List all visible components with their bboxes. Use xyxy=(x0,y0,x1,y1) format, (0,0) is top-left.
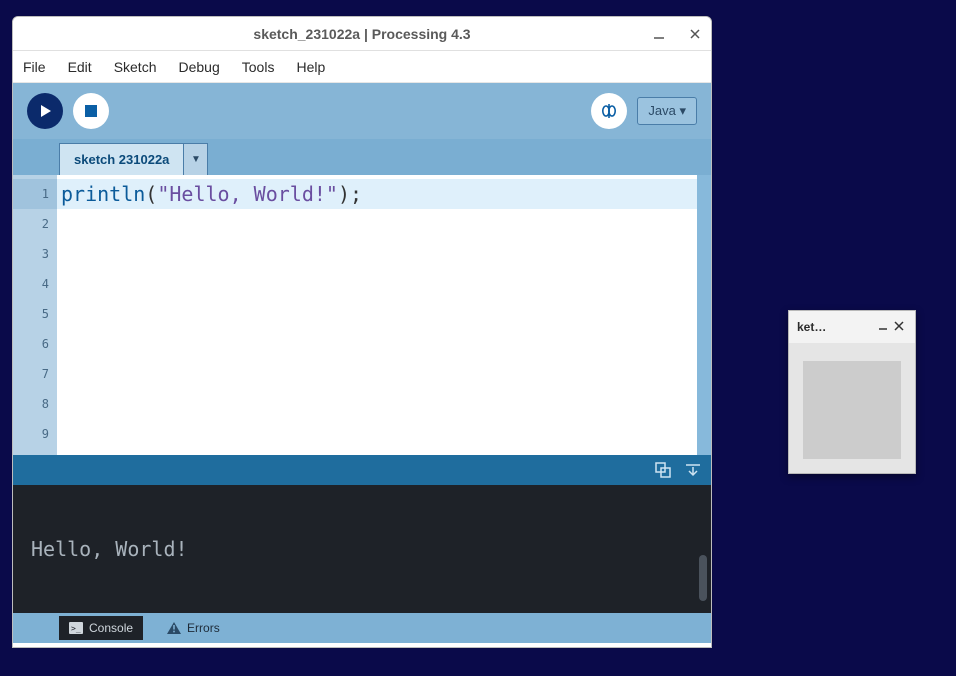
tab-console-label: Console xyxy=(89,621,133,635)
sketch-titlebar[interactable]: ket… xyxy=(789,311,915,343)
sketch-minimize-button[interactable] xyxy=(875,320,891,334)
toolbar: Java ▾ xyxy=(13,83,711,139)
console-icon: >_ xyxy=(69,622,83,634)
collapse-icon[interactable] xyxy=(685,462,701,478)
menu-tools[interactable]: Tools xyxy=(242,59,275,75)
line-number: 5 xyxy=(13,299,57,329)
stop-icon xyxy=(85,105,97,117)
line-number: 3 xyxy=(13,239,57,269)
run-button[interactable] xyxy=(27,93,63,129)
tab-sketch-label: sketch 231022a xyxy=(74,152,169,167)
svg-text:>_: >_ xyxy=(71,624,81,633)
tab-sketch[interactable]: sketch 231022a xyxy=(59,143,184,175)
line-number: 1 xyxy=(13,179,57,209)
titlebar[interactable]: sketch_231022a | Processing 4.3 xyxy=(13,17,711,51)
window-title: sketch_231022a | Processing 4.3 xyxy=(253,26,470,42)
menu-help[interactable]: Help xyxy=(296,59,325,75)
tab-errors-label: Errors xyxy=(187,621,220,635)
minimize-button[interactable] xyxy=(649,24,669,44)
console-output[interactable]: Hello, World! xyxy=(13,485,711,613)
tab-console[interactable]: >_ Console xyxy=(59,616,143,640)
line-number: 2 xyxy=(13,209,57,239)
tab-dropdown[interactable]: ▼ xyxy=(184,143,208,175)
sketch-output-window[interactable]: ket… xyxy=(788,310,916,474)
menu-sketch[interactable]: Sketch xyxy=(114,59,157,75)
tabbar: sketch 231022a ▼ xyxy=(13,139,711,175)
line-number: 9 xyxy=(13,419,57,449)
bottom-tabs: >_ Console Errors xyxy=(13,613,711,643)
mode-label: Java ▾ xyxy=(648,103,686,119)
warning-icon xyxy=(167,622,181,634)
gutter: 1 2 3 4 5 6 7 8 9 xyxy=(13,175,57,455)
status-divider[interactable] xyxy=(13,455,711,485)
mode-selector[interactable]: Java ▾ xyxy=(637,97,697,125)
processing-window: sketch_231022a | Processing 4.3 File Edi… xyxy=(12,16,712,648)
bug-icon xyxy=(600,102,618,120)
line-number: 8 xyxy=(13,389,57,419)
menu-debug[interactable]: Debug xyxy=(179,59,220,75)
menu-edit[interactable]: Edit xyxy=(68,59,92,75)
code-line: println("Hello, World!"); xyxy=(57,179,697,209)
sketch-close-button[interactable] xyxy=(891,320,907,334)
line-number: 4 xyxy=(13,269,57,299)
code-area[interactable]: println("Hello, World!"); xyxy=(57,175,697,455)
menu-file[interactable]: File xyxy=(23,59,46,75)
tab-errors[interactable]: Errors xyxy=(157,616,230,640)
play-icon xyxy=(38,104,52,118)
console-scrollbar[interactable] xyxy=(699,555,707,601)
stop-button[interactable] xyxy=(73,93,109,129)
sketch-window-title: ket… xyxy=(797,320,875,334)
console-line: Hello, World! xyxy=(31,537,188,561)
editor: 1 2 3 4 5 6 7 8 9 println("Hello, World!… xyxy=(13,175,711,455)
menubar: File Edit Sketch Debug Tools Help xyxy=(13,51,711,83)
line-number: 6 xyxy=(13,329,57,359)
chevron-down-icon: ▼ xyxy=(191,154,201,165)
expand-icon[interactable] xyxy=(655,462,671,478)
debugger-button[interactable] xyxy=(591,93,627,129)
line-number: 7 xyxy=(13,359,57,389)
close-button[interactable] xyxy=(685,24,705,44)
sketch-canvas xyxy=(803,361,901,459)
